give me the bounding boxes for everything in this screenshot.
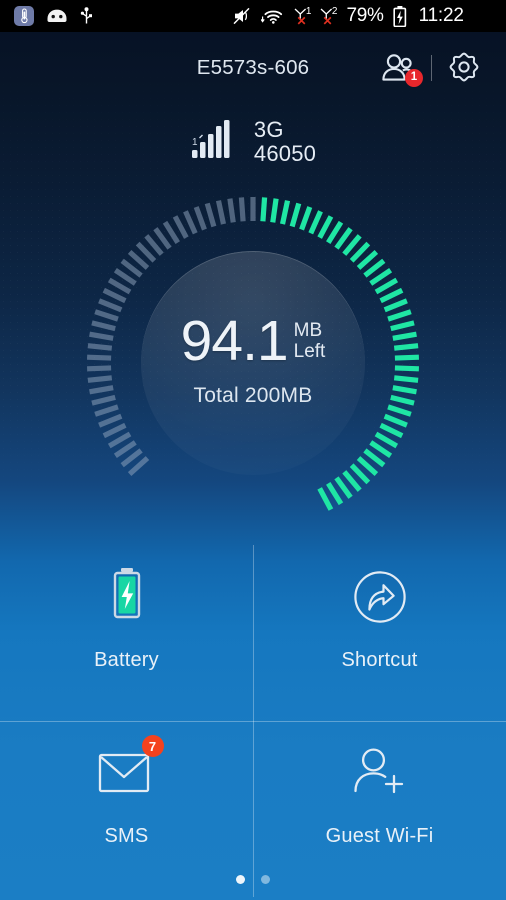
header-divider bbox=[431, 55, 432, 81]
tile-guest-wifi-icon-wrap bbox=[352, 725, 408, 821]
clock-ampm-label: AM bbox=[475, 8, 496, 24]
gauge-readout: 94.1 MB Left bbox=[180, 308, 326, 373]
network-text: 3G 46050 bbox=[254, 118, 316, 166]
sim2-index: 2 bbox=[331, 6, 338, 17]
tile-shortcut[interactable]: Shortcut bbox=[253, 545, 506, 721]
data-usage-gauge[interactable]: 94.1 MB Left Total 200MB bbox=[83, 193, 423, 533]
tile-guest-wifi[interactable]: Guest Wi-Fi bbox=[253, 721, 506, 897]
header-actions: 1 bbox=[373, 32, 490, 104]
battery-icon bbox=[113, 568, 140, 619]
tile-sms[interactable]: 7 SMS bbox=[0, 721, 253, 897]
shortcut-tiles: Battery Shortcut 7 SMS Guest Wi-Fi bbox=[0, 545, 506, 900]
gauge-center-disc: 94.1 MB Left Total 200MB bbox=[141, 251, 365, 475]
tile-guest-wifi-label: Guest Wi-Fi bbox=[325, 825, 434, 847]
envelope-icon bbox=[98, 753, 149, 793]
sim2-x-mark: ✕ bbox=[322, 14, 333, 28]
wifi-icon bbox=[261, 7, 285, 25]
gauge-unit-block: MB Left bbox=[293, 319, 326, 363]
status-bar-left-icons bbox=[14, 6, 93, 26]
gauge-total-label: Total 200MB bbox=[193, 384, 313, 408]
tile-battery-label: Battery bbox=[94, 649, 159, 671]
sim1-index: 1 bbox=[305, 6, 312, 17]
page-indicator bbox=[0, 875, 506, 884]
page-dot-1[interactable] bbox=[236, 875, 245, 884]
sim1-no-signal-icon: 1 ✕ bbox=[294, 6, 312, 28]
clock-label: 11:22 bbox=[418, 5, 464, 26]
usb-icon bbox=[80, 7, 93, 25]
page-dot-2[interactable] bbox=[261, 875, 270, 884]
users-button[interactable]: 1 bbox=[373, 42, 425, 94]
network-technology-label: 3G bbox=[253, 117, 284, 142]
users-badge: 1 bbox=[405, 69, 423, 87]
tile-row-top: Battery Shortcut bbox=[0, 545, 506, 722]
battery-charging-icon bbox=[393, 5, 407, 27]
status-bar-right-icons: 1 ✕ 2 ✕ 79% 11:22 AM bbox=[232, 5, 496, 27]
sms-badge: 7 bbox=[141, 735, 164, 757]
tile-vertical-divider-bottom bbox=[253, 721, 254, 897]
signal-bars-icon: 1 bbox=[190, 118, 245, 165]
battery-percent-label: 79% bbox=[346, 5, 384, 26]
sim1-x-mark: ✕ bbox=[296, 14, 307, 28]
tile-shortcut-label: Shortcut bbox=[341, 649, 418, 671]
tile-vertical-divider-top bbox=[253, 545, 254, 721]
gauge-unit-label: MB bbox=[293, 319, 323, 341]
tile-shortcut-icon-wrap bbox=[352, 549, 408, 645]
gauge-unit-sub-label: Left bbox=[293, 340, 326, 362]
tile-battery[interactable]: Battery bbox=[0, 545, 253, 721]
tile-row-bottom: 7 SMS Guest Wi-Fi bbox=[0, 721, 506, 897]
tile-sms-icon-wrap: 7 bbox=[98, 725, 164, 821]
phone-screen: 1 ✕ 2 ✕ 79% 11:22 AM E5573s-606 1 1 3G 4… bbox=[0, 0, 506, 900]
status-bar[interactable]: 1 ✕ 2 ✕ 79% 11:22 AM bbox=[0, 0, 506, 32]
gauge-value-label: 94.1 bbox=[180, 308, 289, 373]
shortcut-arrow-icon bbox=[353, 571, 406, 623]
tile-battery-icon-wrap bbox=[107, 549, 147, 645]
app-header: E5573s-606 1 bbox=[0, 32, 506, 104]
sim2-no-signal-icon: 2 ✕ bbox=[320, 6, 338, 28]
tile-sms-label: SMS bbox=[104, 825, 149, 847]
thermometer-icon bbox=[14, 6, 34, 26]
settings-button[interactable] bbox=[438, 42, 490, 94]
mute-icon bbox=[232, 7, 252, 25]
network-operator-code-label: 46050 bbox=[253, 140, 317, 166]
gear-icon bbox=[449, 52, 479, 82]
svg-text:1: 1 bbox=[192, 137, 198, 148]
android-head-icon bbox=[46, 8, 68, 24]
network-status-row: 1 3G 46050 bbox=[0, 118, 506, 166]
add-user-icon bbox=[353, 748, 403, 794]
